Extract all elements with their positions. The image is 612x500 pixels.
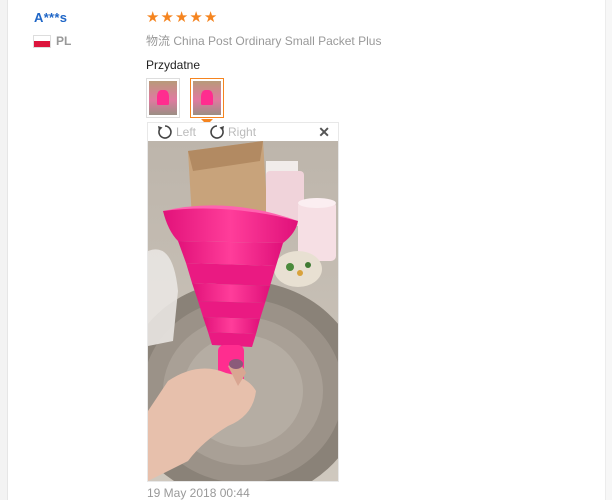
review-photo-image	[148, 141, 338, 481]
rotate-left-icon	[158, 125, 172, 139]
star-icon: ★	[146, 9, 160, 26]
review-content: ★ ★ ★ ★ ★ 物流 China Post Ordinary Small P…	[146, 10, 586, 73]
rotate-left-label: Left	[176, 125, 197, 139]
star-icon: ★	[174, 9, 189, 26]
rotate-right-label: Right	[228, 125, 257, 139]
shipping-info: 物流 China Post Ordinary Small Packet Plus	[146, 32, 586, 49]
left-panel-edge	[0, 0, 8, 500]
review-photo-thumbnails	[146, 78, 224, 118]
close-icon[interactable]: ✕	[318, 124, 330, 141]
rotate-right-button[interactable]: Right	[208, 123, 256, 141]
star-icon: ★	[203, 9, 218, 26]
review-date: 19 May 2018 00:44	[147, 486, 250, 500]
reviewer-country: PL	[34, 34, 134, 48]
star-icon: ★	[189, 9, 203, 26]
photo-viewer: Left Right ✕	[147, 122, 339, 482]
rotate-left-button[interactable]: Left	[156, 123, 196, 141]
shipping-method: China Post Ordinary Small Packet Plus	[173, 34, 382, 48]
reviewer-info: A***s PL	[34, 10, 134, 48]
country-code: PL	[56, 34, 72, 48]
rotate-right-icon	[210, 125, 225, 139]
reviewer-name[interactable]: A***s	[34, 10, 134, 25]
star-rating: ★ ★ ★ ★ ★	[146, 10, 586, 26]
poland-flag-icon	[34, 35, 50, 47]
shipping-label: 物流	[146, 34, 171, 48]
photo-viewer-toolbar: Left Right ✕	[148, 123, 338, 141]
scrollbar-track[interactable]	[605, 0, 612, 500]
review-photo-thumbnail-1[interactable]	[146, 78, 180, 118]
review-photo-large	[148, 141, 338, 481]
star-icon: ★	[160, 9, 174, 26]
review-text: Przydatne	[146, 58, 201, 72]
review-photo-thumbnail-2[interactable]	[190, 78, 224, 118]
